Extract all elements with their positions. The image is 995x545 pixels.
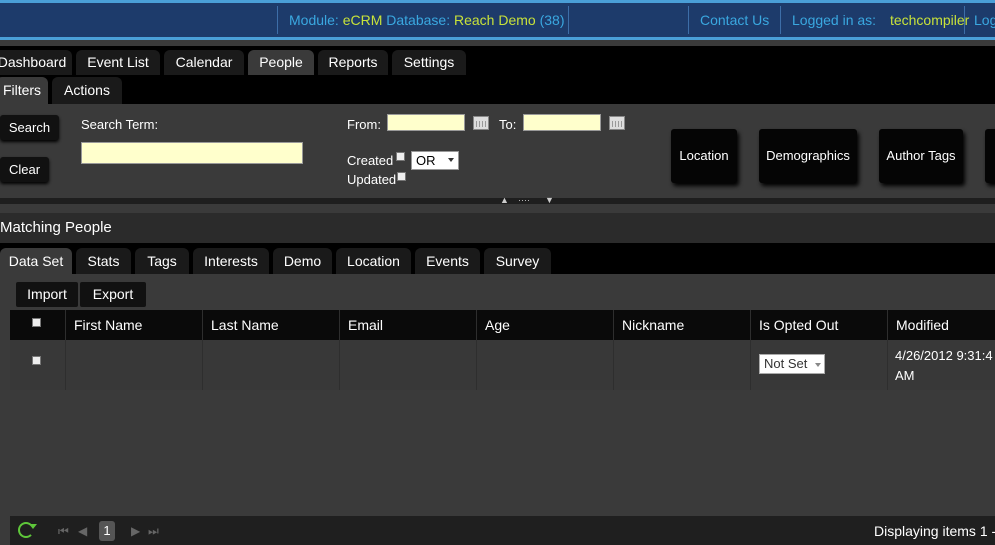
prev-page-icon[interactable]: ◀ <box>78 524 87 538</box>
chevron-down-icon <box>448 158 454 162</box>
demographics-button[interactable]: Demographics <box>759 129 857 183</box>
header-divider <box>780 6 781 34</box>
updated-checkbox[interactable] <box>397 172 406 181</box>
from-label: From: <box>347 117 381 132</box>
tab-people[interactable]: People <box>248 50 314 75</box>
row-checkbox[interactable] <box>32 356 41 365</box>
tab-events[interactable]: Events <box>415 248 480 274</box>
column-modified[interactable]: Modified <box>887 310 995 340</box>
grid-header: First Name Last Name Email Age Nickname … <box>10 310 995 340</box>
panel-splitter[interactable]: ▲ ···· ▼ <box>0 195 995 205</box>
module-value: eCRM <box>342 12 383 28</box>
tab-settings[interactable]: Settings <box>392 50 466 75</box>
tab-interests[interactable]: Interests <box>193 248 269 274</box>
logic-select-value: OR <box>416 153 436 168</box>
opted-out-value: Not Set <box>764 356 808 371</box>
database-label: Database: <box>386 12 451 28</box>
logic-select[interactable]: OR <box>411 151 459 170</box>
current-page[interactable]: 1 <box>99 521 115 541</box>
clear-button[interactable]: Clear <box>0 157 49 182</box>
main-nav: Dashboard Event List Calendar People Rep… <box>0 46 995 75</box>
from-date-input[interactable] <box>387 114 465 131</box>
header-divider <box>277 6 278 34</box>
refresh-icon[interactable] <box>18 522 37 538</box>
grid-pager: ⏮ ◀ 1 ▶ ⏭ Displaying items 1 - 1 <box>10 516 995 545</box>
first-page-icon[interactable]: ⏮ <box>58 524 69 539</box>
logged-in-label: Logged in as: <box>792 12 877 28</box>
chevron-down-icon <box>815 363 821 367</box>
column-email[interactable]: Email <box>339 310 476 340</box>
tab-dashboard[interactable]: Dashboard <box>0 50 72 75</box>
table-row[interactable]: Not Set 4/26/2012 9:31:4 AM <box>10 340 995 390</box>
people-grid: First Name Last Name Email Age Nickname … <box>10 310 995 516</box>
tab-event-list[interactable]: Event List <box>76 50 160 75</box>
logged-in-info: Logged in as: techcompiler <box>792 6 969 34</box>
search-button[interactable]: Search <box>0 115 59 140</box>
cell-first-name <box>65 340 202 390</box>
to-label: To: <box>499 117 517 132</box>
last-page-icon[interactable]: ⏭ <box>148 524 159 539</box>
search-term-input[interactable] <box>81 142 303 164</box>
items-display: Displaying items 1 - 1 <box>874 523 995 539</box>
from-calendar-icon[interactable] <box>473 116 489 130</box>
created-label: Created <box>347 153 394 168</box>
opted-out-select[interactable]: Not Set <box>759 354 825 374</box>
module-label: Module: <box>289 12 339 28</box>
user-name: techcompiler <box>889 12 970 28</box>
drag-handle-icon[interactable]: ···· <box>518 195 530 205</box>
tab-stats[interactable]: Stats <box>76 248 131 274</box>
column-last-name[interactable]: Last Name <box>202 310 339 340</box>
data-tabs: Data Set Stats Tags Interests Demo Locat… <box>0 243 995 274</box>
database-value: Reach Demo <box>453 12 536 28</box>
sub-nav: Filters Actions <box>0 75 995 104</box>
header-divider <box>964 6 965 34</box>
collapse-up-icon[interactable]: ▲ <box>500 195 509 205</box>
search-term-label: Search Term: <box>81 117 159 132</box>
filters-panel: Search Clear Search Term: From: To: Crea… <box>0 104 995 198</box>
column-first-name[interactable]: First Name <box>65 310 202 340</box>
more-filter-button[interactable] <box>985 129 995 183</box>
matching-people-header: Matching People <box>0 213 995 243</box>
updated-label: Updated <box>347 172 397 187</box>
logout-link[interactable]: Log <box>974 6 995 34</box>
grid-toolbar: Import Export <box>10 274 995 310</box>
tab-tags[interactable]: Tags <box>135 248 189 274</box>
tab-filters[interactable]: Filters <box>0 77 48 104</box>
expand-down-icon[interactable]: ▼ <box>545 195 554 205</box>
header-divider <box>568 6 569 34</box>
tab-reports[interactable]: Reports <box>318 50 388 75</box>
import-button[interactable]: Import <box>16 282 78 307</box>
to-date-input[interactable] <box>523 114 601 131</box>
database-count: (38) <box>539 12 565 28</box>
cell-email <box>339 340 476 390</box>
next-page-icon[interactable]: ▶ <box>131 524 140 538</box>
tab-calendar[interactable]: Calendar <box>164 50 244 75</box>
column-nickname[interactable]: Nickname <box>613 310 750 340</box>
modified-value: 4/26/2012 9:31:4 AM <box>895 348 993 383</box>
created-checkbox[interactable] <box>396 152 405 161</box>
cell-last-name <box>202 340 339 390</box>
tab-location[interactable]: Location <box>336 248 411 274</box>
cell-age <box>476 340 614 390</box>
location-button[interactable]: Location <box>671 129 737 183</box>
tab-demo[interactable]: Demo <box>273 248 332 274</box>
cell-nickname <box>613 340 750 390</box>
export-button[interactable]: Export <box>80 282 146 307</box>
select-all-checkbox[interactable] <box>32 318 41 327</box>
top-header: Module: eCRM Database: Reach Demo (38) C… <box>0 0 995 40</box>
column-age[interactable]: Age <box>476 310 614 340</box>
section-title: Matching People <box>0 219 112 236</box>
author-tags-button[interactable]: Author Tags <box>879 129 963 183</box>
to-calendar-icon[interactable] <box>609 116 625 130</box>
module-info: Module: eCRM Database: Reach Demo (38) <box>289 6 564 34</box>
header-divider <box>688 6 689 34</box>
contact-us-link[interactable]: Contact Us <box>700 6 769 34</box>
tab-survey[interactable]: Survey <box>484 248 551 274</box>
tab-data-set[interactable]: Data Set <box>0 248 72 274</box>
column-is-opted-out[interactable]: Is Opted Out <box>750 310 887 340</box>
tab-actions[interactable]: Actions <box>52 77 122 104</box>
